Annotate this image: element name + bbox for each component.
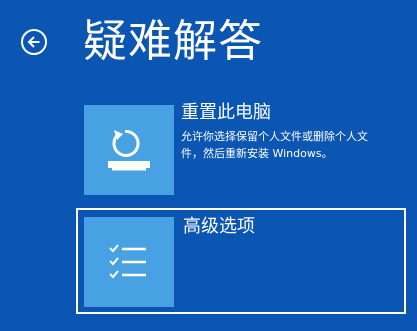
advanced-options-tile bbox=[84, 217, 174, 307]
advanced-options-title: 高级选项 bbox=[183, 216, 255, 237]
page-title: 疑难解答 bbox=[83, 16, 263, 67]
advanced-options-option[interactable]: 高级选项 bbox=[76, 208, 406, 314]
arrow-left-circle-icon bbox=[27, 36, 40, 48]
reset-pc-description-line: 允许你选择保留个人文件或删除个人文 bbox=[181, 130, 368, 143]
reset-pc-tile bbox=[84, 105, 174, 195]
reset-pc-title: 重置此电脑 bbox=[181, 102, 271, 123]
reset-pc-description: 允许你选择保留个人文件或删除个人文 件，然后重新安装 Windows。 bbox=[181, 128, 393, 162]
reset-pc-description-line: 件，然后重新安装 Windows。 bbox=[181, 147, 333, 160]
reset-pc-option[interactable]: 重置此电脑 允许你选择保留个人文件或删除个人文 件，然后重新安装 Windows… bbox=[76, 97, 406, 201]
checklist-icon bbox=[109, 244, 146, 279]
back-button[interactable] bbox=[21, 29, 47, 55]
reset-pc-icon bbox=[108, 129, 150, 171]
